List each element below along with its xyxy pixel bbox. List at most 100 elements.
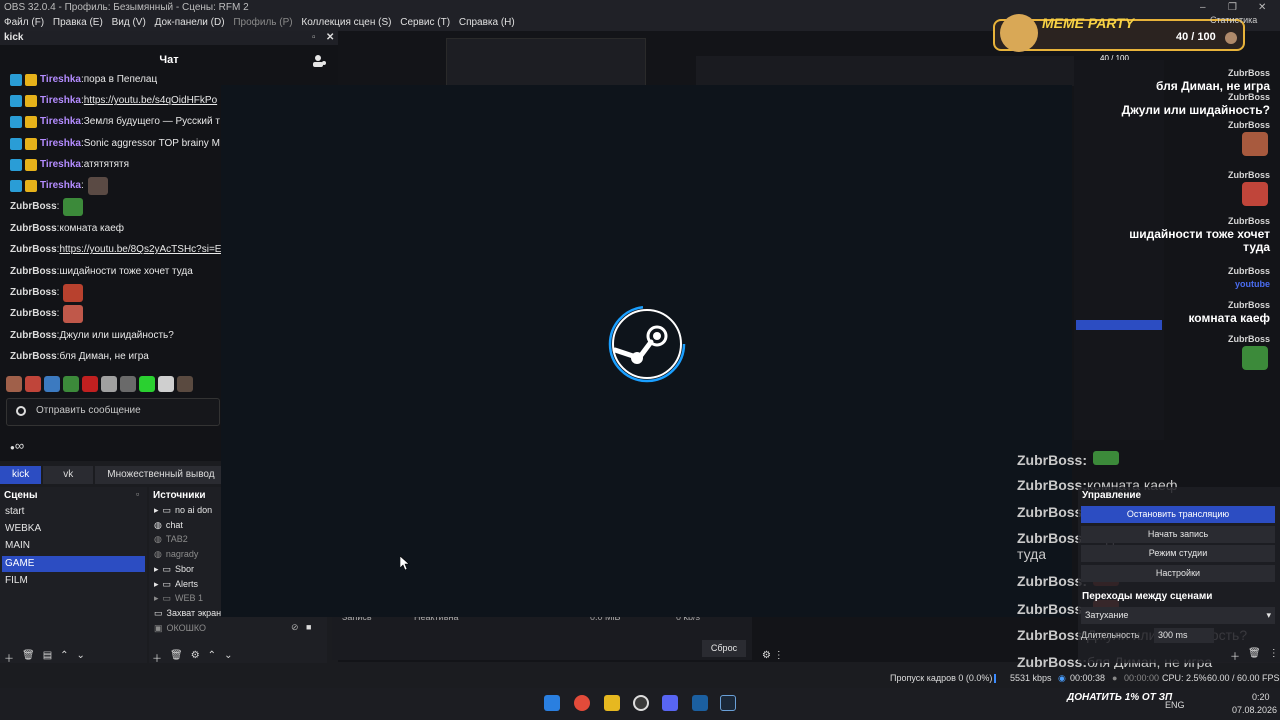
expand-arrow-icon[interactable]: ▸	[154, 562, 159, 576]
emote-picker-icon[interactable]	[82, 376, 98, 392]
menu-help[interactable]: Справка (H)	[459, 17, 515, 28]
stop-stream-button[interactable]: Остановить трансляцию	[1081, 506, 1275, 523]
source-up-icon[interactable]: ⌃	[208, 650, 216, 665]
chat-username[interactable]: ZubrBoss	[10, 284, 57, 302]
source-item[interactable]: ▸ ▭ WEB 1	[154, 591, 203, 605]
emote-picker-icon[interactable]	[177, 376, 193, 392]
start-recording-button[interactable]: Начать запись	[1081, 525, 1275, 543]
emote-picker-icon[interactable]	[6, 376, 22, 392]
chat-username[interactable]: Tireshka	[40, 92, 81, 110]
source-item[interactable]: ▸ ▭ no ai don	[154, 503, 212, 517]
windows-start-icon[interactable]	[544, 695, 560, 711]
close-button[interactable]: ✕	[1258, 0, 1266, 15]
emote-picker-icon[interactable]	[44, 376, 60, 392]
tab-kick[interactable]: kick	[0, 466, 42, 484]
shield-icon[interactable]	[16, 406, 26, 416]
source-item[interactable]: ◍ chat	[154, 518, 183, 532]
scenes-dock-menu-icon[interactable]: ▫	[136, 489, 139, 499]
transition-menu-icon[interactable]: ⋮	[1269, 648, 1279, 663]
transition-select[interactable]: Затухание ▾	[1081, 607, 1275, 624]
chat-username[interactable]: ZubrBoss	[10, 327, 57, 345]
menu-edit[interactable]: Правка (E)	[53, 17, 103, 28]
scene-item[interactable]: start	[2, 504, 145, 520]
chat-link[interactable]: https://youtu.be/s4qOidHFkPo	[84, 92, 217, 110]
chat-username[interactable]: ZubrBoss	[10, 220, 57, 238]
remove-scene-icon[interactable]: 🗑	[22, 650, 35, 665]
minimize-button[interactable]: –	[1200, 0, 1206, 15]
chat-link[interactable]: https://youtu.be/8Qs2yAcTSHc?si=E	[59, 241, 221, 259]
add-scene-icon[interactable]: ＋	[4, 650, 14, 665]
emote-picker-icon[interactable]	[101, 376, 117, 392]
chat-text: шидайности тоже хочет туда	[59, 265, 193, 277]
chat-username[interactable]: Tireshka	[40, 71, 81, 89]
emote-picker-icon[interactable]	[120, 376, 136, 392]
crown-badge-icon	[25, 74, 37, 86]
menu-tools[interactable]: Сервис (T)	[400, 17, 450, 28]
reset-button[interactable]: Сброс	[702, 640, 746, 657]
lock-icon[interactable]: ■	[306, 622, 311, 632]
tab-multi-output[interactable]: Множественный вывод	[95, 466, 227, 484]
sources-header: Источники	[153, 490, 206, 501]
dock-close-icon[interactable]: ✕	[326, 31, 334, 45]
settings-button[interactable]: Настройки	[1081, 564, 1275, 582]
source-properties-icon[interactable]: ⚙	[191, 650, 200, 665]
overlay-bottom-nick: ZubrBoss:	[1017, 601, 1087, 617]
discord-icon[interactable]	[662, 695, 678, 711]
app-icon[interactable]	[692, 695, 708, 711]
chat-username[interactable]: Tireshka	[40, 156, 81, 174]
menu-view[interactable]: Вид (V)	[112, 17, 146, 28]
expand-arrow-icon[interactable]: ▸	[154, 591, 159, 605]
chat-username[interactable]: Tireshka	[40, 135, 81, 153]
mixer-settings-icon[interactable]: ⚙ ⋮	[762, 650, 784, 661]
emote-picker-icon[interactable]	[25, 376, 41, 392]
visibility-hidden-icon[interactable]: ⊘	[291, 622, 299, 633]
scene-item[interactable]: WEBKA	[2, 521, 145, 537]
obs-icon[interactable]	[633, 695, 649, 711]
chrome-icon[interactable]	[574, 695, 590, 711]
infinity-icon[interactable]: ●∞	[10, 438, 24, 453]
menu-file[interactable]: Файл (F)	[4, 17, 44, 28]
user-settings-icon[interactable]	[312, 54, 326, 68]
emote-icon	[63, 198, 84, 217]
files-icon[interactable]	[604, 695, 620, 711]
source-item[interactable]: ◍ nagrady	[154, 547, 198, 561]
scene-item[interactable]: MAIN	[2, 538, 145, 554]
remove-source-icon[interactable]: 🗑	[170, 650, 183, 665]
scene-filters-icon[interactable]: ▤	[43, 650, 52, 665]
language-indicator[interactable]: ENG	[1165, 700, 1185, 710]
source-down-icon[interactable]: ⌄	[224, 650, 232, 665]
source-item[interactable]: ◍ TAB2	[154, 532, 188, 546]
chat-username[interactable]: Tireshka	[40, 113, 81, 131]
duration-input[interactable]: 300 ms	[1154, 628, 1214, 643]
move-up-icon[interactable]: ⌃	[60, 650, 68, 665]
dock-float-icon[interactable]: ▫	[312, 31, 316, 45]
steam-taskbar-icon[interactable]	[720, 695, 736, 711]
emote-picker-icon[interactable]	[139, 376, 155, 392]
scene-item[interactable]: GAME	[2, 555, 145, 572]
chat-username[interactable]: ZubrBoss	[10, 241, 57, 259]
source-item[interactable]: ▣ ОКОШКО	[154, 621, 206, 635]
chat-username[interactable]: Tireshka	[40, 177, 81, 195]
add-source-icon[interactable]: ＋	[152, 650, 162, 665]
chat-username[interactable]: ZubrBoss	[10, 198, 57, 216]
tab-vk[interactable]: vk	[43, 466, 94, 484]
studio-mode-button[interactable]: Режим студии	[1081, 545, 1275, 562]
source-item[interactable]: ▭ Захват экран	[154, 606, 221, 620]
menu-scene-collection[interactable]: Коллекция сцен (S)	[301, 17, 391, 28]
maximize-button[interactable]: ❐	[1228, 0, 1237, 15]
move-down-icon[interactable]: ⌄	[77, 650, 85, 665]
remove-transition-icon[interactable]: 🗑	[1248, 648, 1261, 663]
source-item[interactable]: ▸ ▭ Alerts	[154, 577, 198, 591]
chat-username[interactable]: ZubrBoss	[10, 348, 57, 366]
scene-item[interactable]: FILM	[2, 573, 145, 589]
source-item[interactable]: ▸ ▭ Sbor	[154, 562, 194, 576]
add-transition-icon[interactable]: ＋	[1230, 648, 1240, 663]
emote-picker-icon[interactable]	[63, 376, 79, 392]
overlay-emote-icon	[1242, 346, 1268, 370]
expand-arrow-icon[interactable]: ▸	[154, 577, 159, 591]
menu-docks[interactable]: Док-панели (D)	[155, 17, 225, 28]
chat-username[interactable]: ZubrBoss	[10, 305, 57, 323]
chat-username[interactable]: ZubrBoss	[10, 263, 57, 281]
expand-arrow-icon[interactable]: ▸	[154, 503, 159, 517]
emote-picker-icon[interactable]	[158, 376, 174, 392]
